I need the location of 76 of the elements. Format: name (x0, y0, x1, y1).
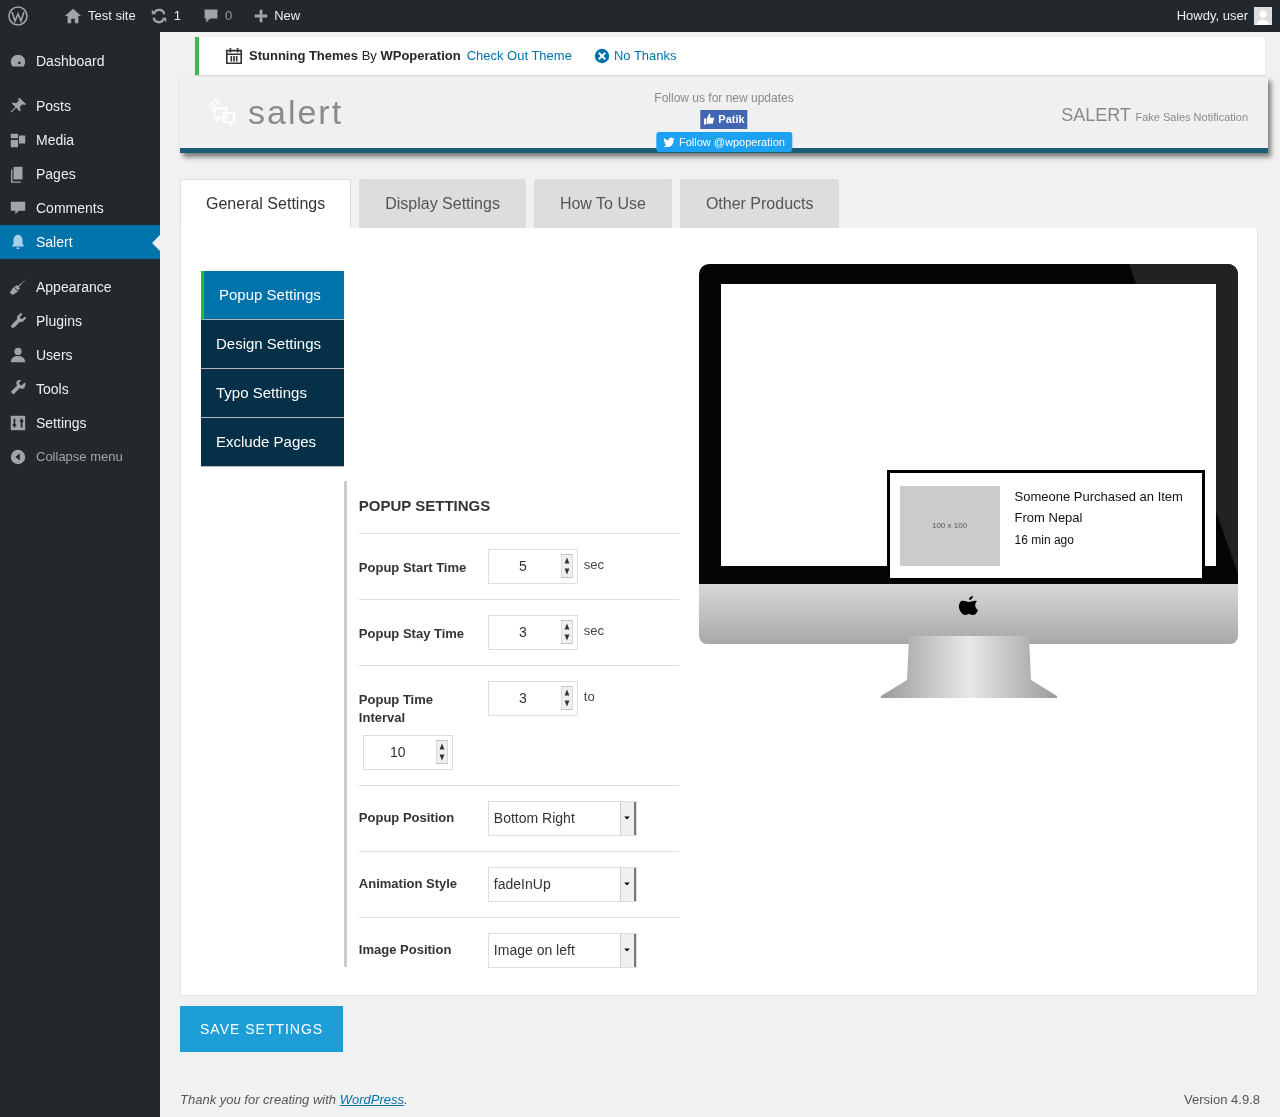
footer-text: Thank you for creating with WordPress. (180, 1091, 408, 1109)
greeting-link[interactable]: Howdy, user (1176, 6, 1248, 26)
wordpress-logo-icon[interactable] (8, 6, 28, 26)
settings-tab[interactable]: Other Products (679, 179, 840, 228)
wordpress-link[interactable]: WordPress (339, 1092, 404, 1107)
sidebar-item[interactable]: Settings (0, 406, 160, 440)
number-field[interactable]: 5 (487, 548, 578, 584)
popup-location: From Nepal (1014, 509, 1084, 527)
popup-title: Someone Purchased an Item (1014, 488, 1183, 506)
caret-icon (623, 880, 632, 888)
section-menu-item[interactable]: Popup Settings (201, 271, 344, 320)
no-thanks-link[interactable]: No Thanks (593, 46, 677, 66)
number-field[interactable]: 10 (362, 734, 453, 770)
field-label: Popup Time Interval (358, 690, 434, 727)
sidebar-item[interactable]: Posts (0, 89, 160, 123)
sidebar-item[interactable]: Pages (0, 157, 160, 191)
close-icon (593, 48, 610, 64)
new-link[interactable]: New (274, 6, 301, 26)
logo-text: salert (248, 92, 344, 133)
pin-icon (9, 97, 27, 115)
sidebar-item[interactable]: Comments (0, 191, 160, 225)
bird-icon (663, 135, 675, 148)
field-label: Popup Position (358, 809, 456, 827)
unit-label: to (583, 687, 595, 706)
popup-time: 16 min ago (1014, 532, 1075, 549)
unit-label: sec (583, 621, 605, 640)
comment-icon[interactable] (202, 8, 219, 24)
caret-icon (623, 946, 632, 954)
like-button[interactable]: Patik (700, 110, 748, 129)
home-icon[interactable] (64, 7, 82, 25)
bell-icon (9, 233, 27, 251)
dropdown[interactable]: Image on left (487, 932, 637, 968)
section-menu-item[interactable]: Design Settings (201, 320, 344, 369)
check-out-theme-link[interactable]: Check Out Theme (466, 46, 572, 66)
section-menu-item[interactable]: Exclude Pages (201, 418, 344, 467)
sidebar-item[interactable]: Appearance (0, 270, 160, 304)
product-title: SALERT Fake Sales Notification (1061, 104, 1248, 127)
number-field[interactable]: 3 (487, 680, 578, 716)
collapse-icon (9, 448, 27, 466)
refresh-icon[interactable] (149, 7, 168, 25)
sidebar-item[interactable]: Tools (0, 372, 160, 406)
sidebar-item[interactable]: Media (0, 123, 160, 157)
dropdown[interactable]: fadeInUp (487, 866, 637, 902)
placeholder-image: 100 x 100 (899, 486, 1000, 566)
user-icon (9, 346, 27, 364)
sidebar-item[interactable]: Salert (0, 225, 160, 259)
site-name-link[interactable]: Test site (88, 6, 136, 26)
field-label: Image Position (358, 941, 453, 959)
sidebar-item[interactable]: Users (0, 338, 160, 372)
dropdown[interactable]: Bottom Right (487, 800, 637, 836)
notice-text: Stunning Themes By WPoperation (249, 47, 461, 66)
section-heading: POPUP SETTINGS (358, 481, 679, 534)
calendar-icon (225, 47, 243, 65)
field-label: Animation Style (358, 875, 459, 893)
version-text: Version 4.9.8 (1184, 1091, 1260, 1109)
field-label: Popup Start Time (358, 558, 468, 577)
settings-tab[interactable]: General Settings (180, 179, 352, 228)
brush-icon (9, 278, 27, 296)
follow-text: Follow us for new updates (654, 90, 794, 107)
settings-tab[interactable]: How To Use (533, 179, 672, 228)
settings-tab[interactable]: Display Settings (359, 179, 526, 228)
caret-icon (623, 814, 632, 822)
unit-label: sec (583, 555, 605, 574)
plus-icon[interactable] (254, 9, 269, 23)
comment-count[interactable]: 0 (224, 6, 233, 26)
thumbs-up-icon (703, 113, 716, 126)
number-field[interactable]: 3 (487, 614, 578, 650)
sidebar-item[interactable]: Plugins (0, 304, 160, 338)
sidebar-item[interactable]: Dashboard (0, 44, 160, 78)
section-menu-item[interactable]: Typo Settings (201, 369, 344, 418)
sliders-icon (9, 414, 27, 432)
media-icon (9, 131, 27, 149)
field-label: Popup Stay Time (358, 624, 466, 643)
comment-icon (9, 199, 27, 217)
collapse-menu-button[interactable]: Collapse menu (0, 440, 160, 474)
update-count[interactable]: 1 (173, 6, 181, 26)
